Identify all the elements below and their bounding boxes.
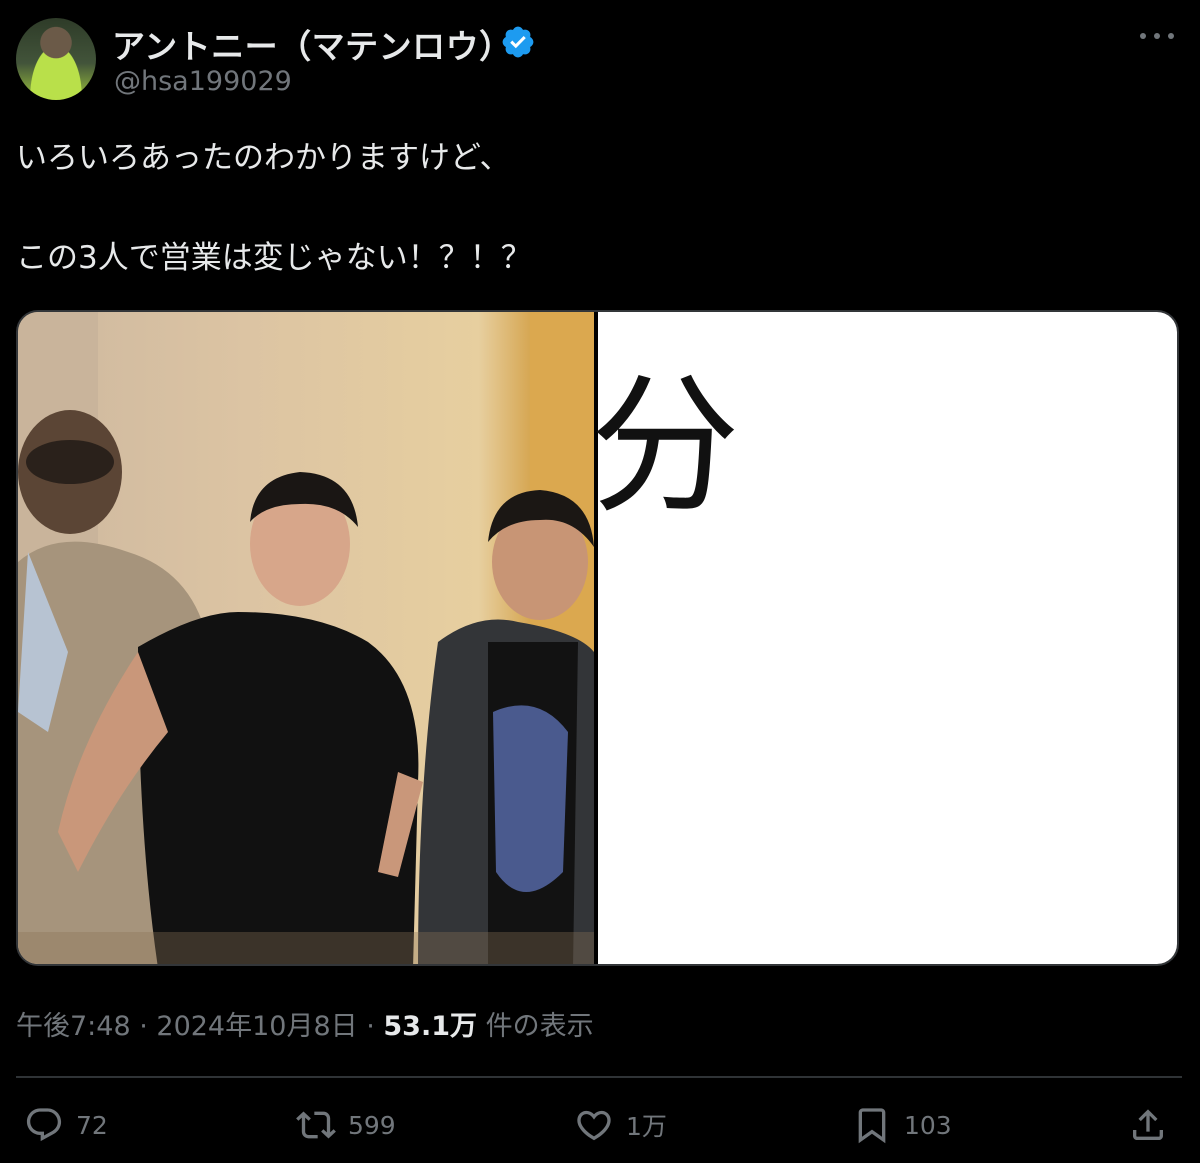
tweet-date[interactable]: 2024年10月8日 [156,1011,357,1042]
retweet-button[interactable]: 599 [296,1100,396,1150]
share-button[interactable] [1128,1100,1180,1150]
bookmark-icon [858,1108,886,1144]
handle[interactable]: @hsa199029 [114,66,292,97]
action-bar: 72 599 1万 103 [0,1100,1200,1150]
views-count: 53.1万 [383,1011,478,1042]
media-container[interactable]: 分 [16,310,1179,966]
tweet-time[interactable]: 午後7:48 [16,1011,131,1042]
more-options-icon[interactable] [1140,26,1174,46]
heart-icon [577,1110,611,1141]
retweet-count: 599 [348,1110,396,1140]
image-panel-white[interactable]: 分 [590,312,1177,964]
display-name[interactable]: アントニー（マテンロウ） [112,20,513,68]
meta-separator-2: · [357,1011,384,1042]
tweet-text: いろいろあったのわかりますけど、 この3人で営業は変じゃない！？！？ [16,140,532,276]
share-icon [1133,1109,1163,1140]
panel-glyph: 分 [590,360,741,534]
tweet-text-line-2: この3人で営業は変じゃない！？！？ [16,240,532,276]
reply-button[interactable]: 72 [24,1100,108,1150]
meta-separator-1: · [130,1011,157,1042]
avatar[interactable] [16,18,96,100]
verified-badge-icon [502,26,534,58]
bookmark-count: 103 [904,1110,952,1140]
tweet-text-line-1: いろいろあったのわかりますけど、 [16,140,511,176]
retweet-icon [296,1111,336,1139]
like-button[interactable]: 1万 [574,1100,667,1150]
tweet: アントニー（マテンロウ） @hsa199029 いろいろあったのわかりますけど、… [0,0,1200,1163]
bookmark-button[interactable]: 103 [852,1100,952,1150]
reply-icon [26,1108,62,1142]
like-count: 1万 [626,1112,667,1141]
photo-illustration [18,312,594,964]
separator [16,1076,1182,1078]
tweet-meta: 午後7:48 · 2024年10月8日 · 53.1万 件の表示 [16,1004,594,1043]
photo[interactable] [18,312,594,964]
views-label: 件の表示 [477,1011,594,1042]
reply-count: 72 [76,1110,108,1140]
